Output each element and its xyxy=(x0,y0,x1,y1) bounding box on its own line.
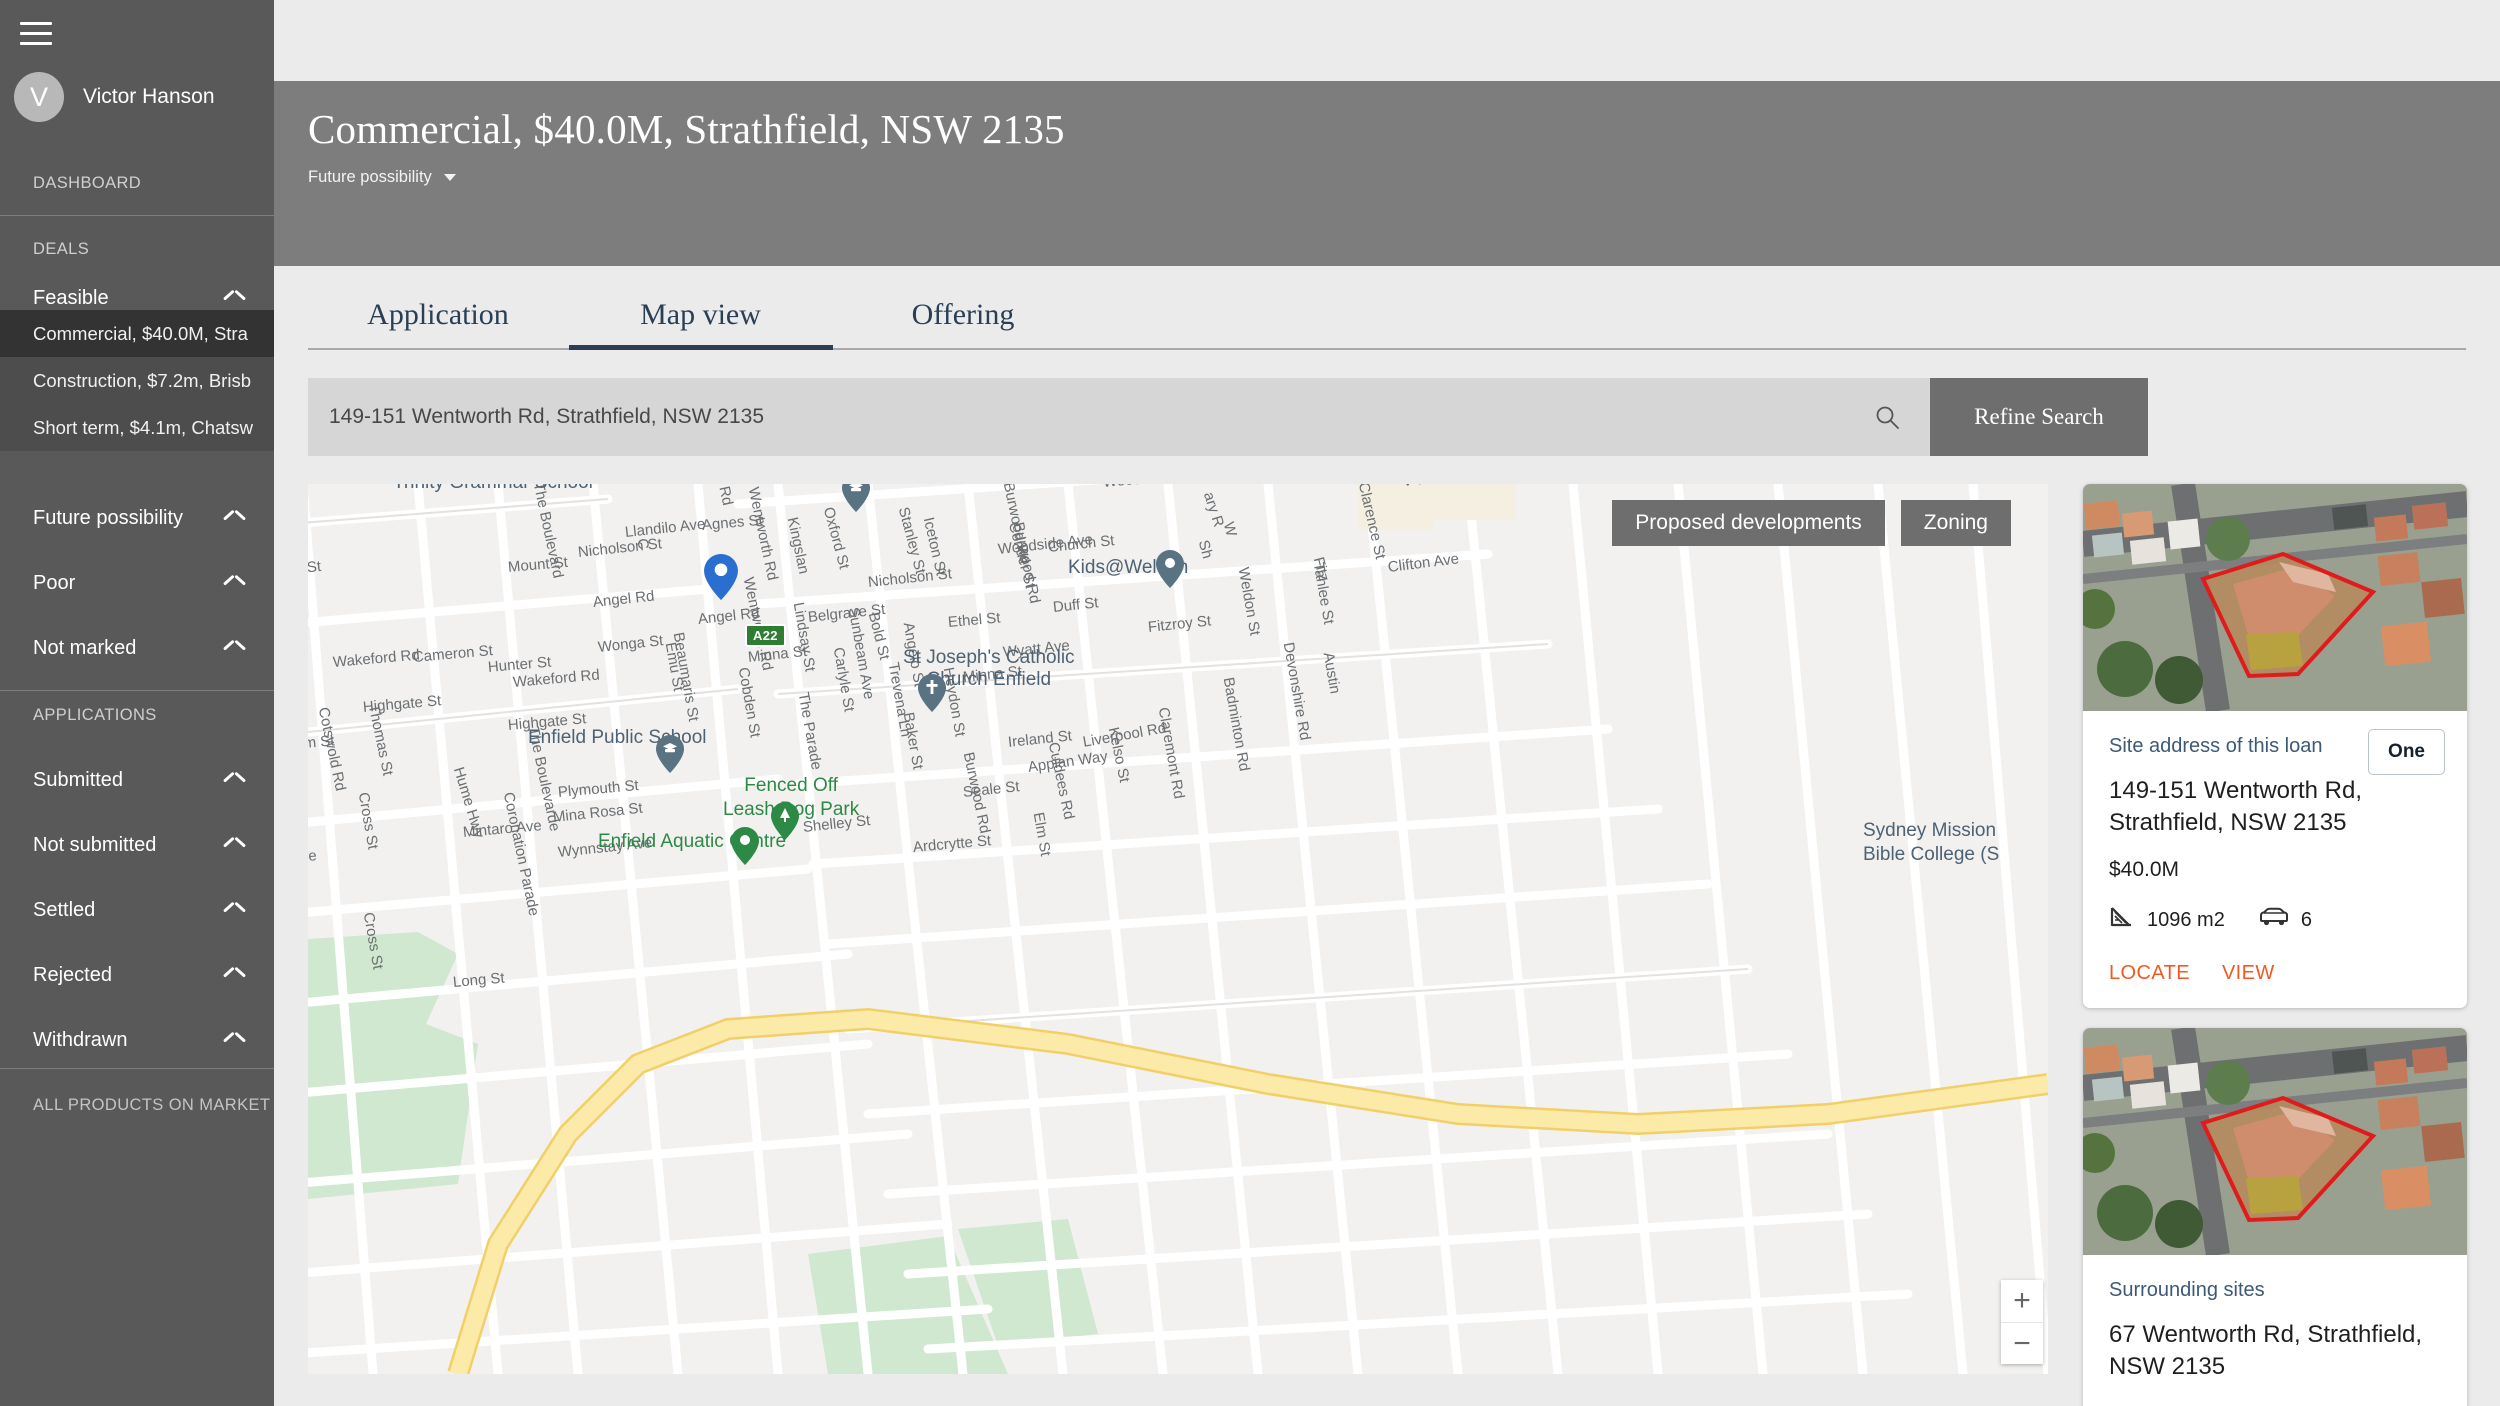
chevron-up-icon xyxy=(224,293,245,305)
sidebar-group-not-marked[interactable]: Not marked xyxy=(0,616,274,681)
deal-item-label: Construction, $7.2m, Brisb xyxy=(33,369,251,391)
search-row: 149-151 Wentworth Rd, Strathfield, NSW 2… xyxy=(308,378,2148,456)
view-button[interactable]: VIEW xyxy=(2222,962,2275,985)
sidebar-section-deals: DEALS xyxy=(33,240,90,258)
sidebar-divider-2 xyxy=(0,690,274,691)
sidebar-group-rejected[interactable]: Rejected xyxy=(0,943,274,1008)
chevron-up-icon xyxy=(224,578,245,590)
app-root: V Victor Hanson DASHBOARD DEALS Feasible… xyxy=(0,0,2500,1406)
avatar: V xyxy=(14,72,64,122)
sidebar-item-deal-shortterm[interactable]: Short term, $4.1m, Chatsw xyxy=(0,404,274,451)
zoom-in-button[interactable]: + xyxy=(2001,1280,2043,1322)
site-card-area: 1096 m2 xyxy=(2109,906,2225,934)
site-card-address: 149-151 Wentworth Rd, Strathfield, NSW 2… xyxy=(2109,777,2363,836)
page-header: Commercial, $40.0M, Strathfield, NSW 213… xyxy=(274,81,2500,266)
deal-item-label: Commercial, $40.0M, Stra xyxy=(33,322,248,344)
sidebar-group-label: Not submitted xyxy=(33,834,157,856)
map-highway-shield: A22 xyxy=(745,624,786,647)
sidebar-group-label: Settled xyxy=(33,899,96,921)
map-view[interactable]: Agnes St Kingslan C Birnam Grove Homebus… xyxy=(308,484,2048,1374)
sidebar-group-label: Rejected xyxy=(33,964,112,986)
area-ruler-icon xyxy=(2109,906,2135,934)
map-canvas xyxy=(308,484,2048,1374)
site-card-stats: 1096 m2 6 xyxy=(2109,906,2441,934)
surrounding-card-body: Surrounding sites 67 Wentworth Rd, Strat… xyxy=(2083,1255,2467,1382)
site-card-parking: 6 xyxy=(2259,907,2312,933)
tab-map-view[interactable]: Map view xyxy=(568,298,833,348)
site-card-surrounding[interactable]: Surrounding sites 67 Wentworth Rd, Strat… xyxy=(2083,1028,2467,1406)
user-name: Victor Hanson xyxy=(83,85,215,108)
site-cards-panel: One Site address of this loan 149-151 We… xyxy=(2075,484,2475,1406)
chevron-up-icon xyxy=(224,775,245,787)
deal-status-label: Future possibility xyxy=(308,168,432,186)
site-card-price: $40.0M xyxy=(2109,858,2180,882)
sidebar-group-settled[interactable]: Settled xyxy=(0,878,274,943)
surrounding-aerial-photo xyxy=(2083,1028,2467,1255)
zoning-button[interactable]: Zoning xyxy=(1900,500,2011,546)
site-aerial-photo xyxy=(2083,484,2467,711)
proposed-developments-button[interactable]: Proposed developments xyxy=(1612,500,1885,546)
sidebar-group-label: Future possibility xyxy=(33,507,184,529)
page-title: Commercial, $40.0M, Strathfield, NSW 213… xyxy=(308,106,1065,152)
sidebar-item-deal-commercial[interactable]: Commercial, $40.0M, Stra xyxy=(0,310,274,357)
hamburger-icon[interactable] xyxy=(15,14,57,52)
sidebar-group-submitted[interactable]: Submitted xyxy=(0,748,274,813)
site-card-parking-value: 6 xyxy=(2300,908,2312,931)
chevron-up-icon xyxy=(224,1035,245,1047)
map-zoom-controls: + − xyxy=(2001,1280,2043,1364)
sidebar-section-dashboard[interactable]: DASHBOARD xyxy=(0,175,141,192)
sidebar: V Victor Hanson DASHBOARD DEALS Feasible… xyxy=(0,0,274,1406)
search-input-value: 149-151 Wentworth Rd, Strathfield, NSW 2… xyxy=(329,405,765,428)
site-card-chip[interactable]: One xyxy=(2368,729,2445,775)
site-card-actions: LOCATE VIEW xyxy=(2109,962,2441,985)
sidebar-group-withdrawn[interactable]: Withdrawn xyxy=(0,1008,274,1073)
refine-search-button[interactable]: Refine Search xyxy=(1930,378,2148,456)
deal-item-label: Short term, $4.1m, Chatsw xyxy=(33,416,254,438)
sidebar-divider-1 xyxy=(0,215,274,216)
chevron-down-icon xyxy=(443,174,456,181)
zoom-out-button[interactable]: − xyxy=(2001,1322,2043,1364)
site-card-area-value: 1096 m2 xyxy=(2147,908,2225,931)
chevron-up-icon xyxy=(224,970,245,982)
search-input[interactable]: 149-151 Wentworth Rd, Strathfield, NSW 2… xyxy=(308,378,1930,456)
sidebar-divider-3 xyxy=(0,1068,274,1069)
chevron-up-icon xyxy=(224,840,245,852)
tab-application[interactable]: Application xyxy=(308,298,568,348)
car-icon xyxy=(2259,907,2289,933)
sidebar-group-label: Feasible xyxy=(33,287,109,309)
surrounding-card-kicker: Surrounding sites xyxy=(2109,1279,2265,1301)
tab-offering[interactable]: Offering xyxy=(833,298,1093,348)
site-card-body: One Site address of this loan 149-151 We… xyxy=(2083,711,2467,985)
sidebar-group-label: Submitted xyxy=(33,769,124,791)
sidebar-item-deal-construction[interactable]: Construction, $7.2m, Brisb xyxy=(0,357,274,404)
chevron-up-icon xyxy=(224,905,245,917)
chevron-up-icon xyxy=(224,643,245,655)
sidebar-group-label: Withdrawn xyxy=(33,1029,128,1051)
sidebar-group-poor[interactable]: Poor xyxy=(0,551,274,616)
locate-button[interactable]: LOCATE xyxy=(2109,962,2190,985)
surrounding-card-address: 67 Wentworth Rd, Strathfield, NSW 2135 xyxy=(2109,1321,2423,1380)
sidebar-group-not-submitted[interactable]: Not submitted xyxy=(0,813,274,878)
sidebar-group-future-possibility[interactable]: Future possibility xyxy=(0,486,274,551)
user-profile[interactable]: V Victor Hanson xyxy=(0,63,274,131)
deal-status-dropdown[interactable]: Future possibility xyxy=(308,168,456,187)
tab-bar: Application Map view Offering xyxy=(274,266,2500,350)
sidebar-group-label: Not marked xyxy=(33,637,137,659)
site-card-primary[interactable]: One Site address of this loan 149-151 We… xyxy=(2083,484,2467,1008)
sidebar-section-all-products[interactable]: ALL PRODUCTS ON MARKET xyxy=(0,1097,270,1114)
map-layer-buttons: Proposed developments Zoning xyxy=(1612,500,2011,546)
sidebar-section-applications: APPLICATIONS xyxy=(33,706,157,724)
search-icon[interactable] xyxy=(1874,404,1900,430)
chevron-up-icon xyxy=(224,513,245,525)
sidebar-group-label: Poor xyxy=(33,572,76,594)
